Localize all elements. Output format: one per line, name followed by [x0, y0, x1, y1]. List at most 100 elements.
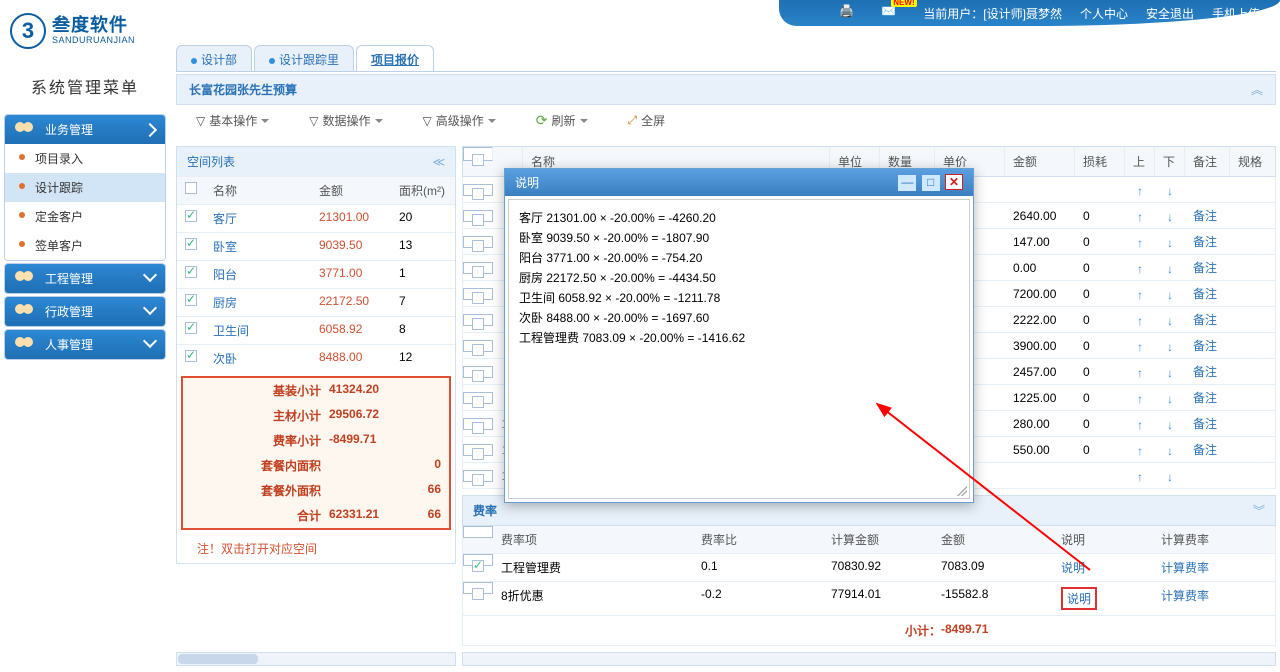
tab-design-dept[interactable]: 设计部 [176, 45, 252, 71]
move-up-button[interactable] [1125, 283, 1155, 305]
checkbox[interactable] [472, 474, 484, 486]
checkbox[interactable] [472, 214, 484, 226]
checkbox[interactable] [185, 210, 197, 222]
toolbar-advanced[interactable]: ▽ 高级操作 [423, 112, 496, 129]
space-row[interactable]: 厨房 22172.50 7 [177, 288, 455, 316]
checkbox-all[interactable] [185, 182, 197, 194]
checkbox[interactable] [185, 238, 197, 250]
space-name[interactable]: 阳台 [205, 261, 315, 288]
row-note[interactable]: 备注 [1185, 334, 1230, 357]
row-note[interactable]: 备注 [1185, 256, 1230, 279]
toolbar-data[interactable]: ▽ 数据操作 [309, 112, 382, 129]
move-down-button[interactable] [1155, 335, 1185, 357]
row-note[interactable] [1185, 187, 1230, 193]
toolbar-refresh[interactable]: ⟳刷新 [536, 112, 588, 129]
move-down-button[interactable] [1155, 231, 1185, 253]
space-row[interactable]: 次卧 8488.00 12 [177, 344, 455, 372]
menu-item-signed-client[interactable]: 签单客户 [5, 231, 165, 260]
menu-item-project-entry[interactable]: 项目录入 [5, 144, 165, 173]
fee-row[interactable]: 8折优惠 -0.2 77914.01 -15582.8 说明 计算费率 [462, 582, 1276, 616]
move-up-button[interactable] [1125, 465, 1155, 487]
space-row[interactable]: 卫生间 6058.92 8 [177, 316, 455, 344]
move-up-button[interactable] [1125, 257, 1155, 279]
tab-project-quote[interactable]: 项目报价 [356, 45, 434, 71]
move-down-button[interactable] [1155, 257, 1185, 279]
row-note[interactable]: 备注 [1185, 282, 1230, 305]
collapse-fee-icon[interactable]: ︾ [1253, 502, 1265, 519]
checkbox[interactable] [472, 266, 484, 278]
menu-head-admin[interactable]: 行政管理 [5, 297, 165, 326]
dialog-maximize-button[interactable]: □ [922, 175, 940, 191]
checkbox[interactable] [472, 344, 484, 356]
row-note[interactable]: 备注 [1185, 386, 1230, 409]
move-down-button[interactable] [1155, 439, 1185, 461]
menu-head-business[interactable]: 业务管理 [5, 115, 165, 144]
move-up-button[interactable] [1125, 439, 1155, 461]
fee-calc-link[interactable]: 计算费率 [1153, 554, 1243, 581]
checkbox[interactable] [472, 560, 484, 572]
menu-head-hr[interactable]: 人事管理 [5, 330, 165, 359]
row-note[interactable] [1185, 473, 1230, 479]
fee-desc-link[interactable]: 说明 [1053, 554, 1153, 581]
move-up-button[interactable] [1125, 309, 1155, 331]
checkbox[interactable] [472, 396, 484, 408]
space-name[interactable]: 厨房 [205, 289, 315, 316]
collapse-up-icon[interactable]: ︽ [1251, 81, 1263, 98]
personal-center-link[interactable]: 个人中心 [1080, 5, 1128, 22]
row-note[interactable]: 备注 [1185, 308, 1230, 331]
checkbox[interactable] [472, 292, 484, 304]
move-up-button[interactable] [1125, 413, 1155, 435]
mobile-upload-link[interactable]: 手机上传 [1212, 5, 1260, 22]
space-name[interactable]: 卧室 [205, 233, 315, 260]
move-up-button[interactable] [1125, 361, 1155, 383]
toolbar-basic[interactable]: ▽ 基本操作 [196, 112, 269, 129]
move-up-button[interactable] [1125, 387, 1155, 409]
checkbox[interactable] [185, 266, 197, 278]
row-note[interactable]: 备注 [1185, 438, 1230, 461]
move-down-button[interactable] [1155, 179, 1185, 201]
checkbox-all[interactable] [472, 154, 484, 166]
move-down-button[interactable] [1155, 413, 1185, 435]
space-name[interactable]: 次卧 [205, 345, 315, 372]
checkbox[interactable] [472, 318, 484, 330]
printer-icon[interactable]: 🖨️ [839, 4, 863, 22]
menu-item-design-track[interactable]: 设计跟踪 [5, 173, 165, 202]
space-row[interactable]: 卧室 9039.50 13 [177, 232, 455, 260]
move-down-button[interactable] [1155, 387, 1185, 409]
collapse-left-icon[interactable]: ≪ [432, 155, 445, 169]
dialog-close-button[interactable]: ✕ [945, 174, 963, 190]
checkbox[interactable] [185, 294, 197, 306]
move-down-button[interactable] [1155, 309, 1185, 331]
mail-icon[interactable]: ✉️NEW! [881, 4, 905, 22]
move-down-button[interactable] [1155, 361, 1185, 383]
dialog-titlebar[interactable]: 说明 — □ ✕ [505, 169, 973, 196]
fee-calc-link[interactable]: 计算费率 [1153, 582, 1243, 615]
checkbox[interactable] [472, 588, 484, 600]
menu-item-deposit-client[interactable]: 定金客户 [5, 202, 165, 231]
row-note[interactable]: 备注 [1185, 412, 1230, 435]
checkbox[interactable] [472, 240, 484, 252]
move-down-button[interactable] [1155, 283, 1185, 305]
menu-head-project[interactable]: 工程管理 [5, 264, 165, 293]
checkbox[interactable] [472, 370, 484, 382]
safe-exit-link[interactable]: 安全退出 [1146, 5, 1194, 22]
left-h-scrollbar[interactable] [176, 652, 456, 666]
space-row[interactable]: 阳台 3771.00 1 [177, 260, 455, 288]
row-note[interactable]: 备注 [1185, 360, 1230, 383]
dialog-body[interactable]: 客厅 21301.00 × -20.00% = -4260.20卧室 9039.… [508, 199, 970, 499]
fee-desc-link[interactable]: 说明 [1053, 582, 1153, 615]
checkbox[interactable] [185, 350, 197, 362]
checkbox[interactable] [472, 448, 484, 460]
space-row[interactable]: 客厅 21301.00 20 [177, 204, 455, 232]
space-name[interactable]: 客厅 [205, 205, 315, 232]
space-name[interactable]: 卫生间 [205, 317, 315, 344]
tab-design-track[interactable]: 设计跟踪里 [254, 45, 354, 71]
dialog-minimize-button[interactable]: — [898, 175, 916, 191]
move-up-button[interactable] [1125, 205, 1155, 227]
checkbox[interactable] [472, 188, 484, 200]
move-down-button[interactable] [1155, 465, 1185, 487]
move-up-button[interactable] [1125, 231, 1155, 253]
row-note[interactable]: 备注 [1185, 230, 1230, 253]
checkbox[interactable] [472, 422, 484, 434]
row-note[interactable]: 备注 [1185, 204, 1230, 227]
